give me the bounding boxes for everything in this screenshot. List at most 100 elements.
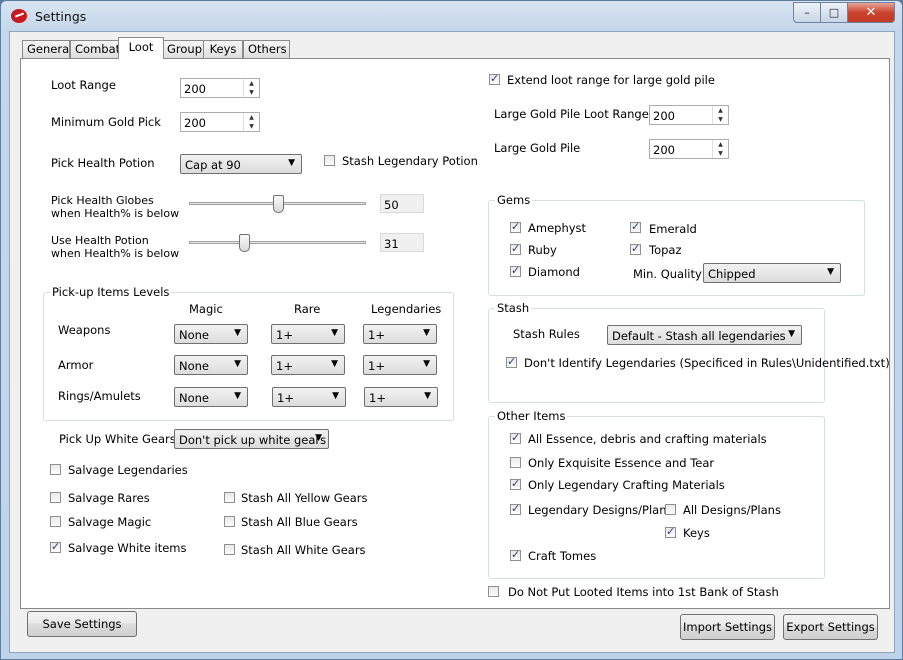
loot-range-value: 200 [184,82,206,96]
armor-legendaries-select[interactable]: 1+ ▼ [363,355,437,375]
keys-checkbox[interactable] [665,525,676,538]
salvage-rares-checkbox[interactable] [50,492,61,503]
salvage-magic-label: Salvage Magic [68,515,152,529]
rings-rare-select[interactable]: 1+ ▼ [272,387,346,407]
all-designs-checkbox[interactable] [665,504,676,515]
spin-down-icon[interactable]: ▼ [713,115,728,124]
large-gold-range-spinner[interactable]: ▲ ▼ [712,106,728,124]
exquisite-checkbox[interactable] [510,457,521,468]
min-gold-value: 200 [184,116,206,130]
ruby-label: Ruby [528,243,557,257]
large-gold-pile-spinner[interactable]: ▲ ▼ [712,140,728,158]
tab-group[interactable]: Group [162,40,205,58]
large-gold-pile-input[interactable]: 200 ▲ ▼ [649,139,729,159]
legendary-crafting-checkbox[interactable] [510,477,521,490]
ruby-checkbox[interactable] [510,242,521,255]
stash-legendary-potion-checkbox[interactable] [324,155,335,166]
armor-legendaries-value: 1+ [368,359,385,373]
stash-title: Stash [495,301,532,315]
spin-up-icon[interactable]: ▲ [713,140,728,149]
stash-blue-checkbox[interactable] [224,516,235,527]
chevron-down-icon: ▼ [827,267,834,277]
white-gears-select[interactable]: Don't pick up white gears ▼ [174,429,329,449]
stash-white-checkbox[interactable] [224,544,235,555]
stash-rules-select[interactable]: Default - Stash all legendaries ▼ [607,325,802,345]
salvage-white-checkbox[interactable] [50,540,61,553]
large-gold-range-value: 200 [653,109,675,123]
spin-down-icon[interactable]: ▼ [244,88,259,97]
weapons-rare-select[interactable]: 1+ ▼ [271,324,345,344]
emerald-checkbox[interactable] [630,220,641,233]
import-settings-button[interactable]: Import Settings [680,614,775,640]
client-area: General Combat Loot Group Keys Others Lo… [9,31,895,653]
topaz-checkbox[interactable] [630,242,641,255]
title-bar[interactable]: Settings – □ ✕ [1,1,902,31]
amethyst-checkbox[interactable] [510,220,521,233]
chevron-down-icon: ▼ [234,328,241,338]
chevron-down-icon: ▼ [234,391,241,401]
bank-checkbox[interactable] [488,586,499,597]
spin-up-icon[interactable]: ▲ [713,106,728,115]
tab-keys[interactable]: Keys [203,40,243,58]
essence-checkbox[interactable] [510,431,521,444]
loot-range-spinner[interactable]: ▲ ▼ [243,79,259,97]
weapons-rare-value: 1+ [276,328,293,342]
tab-loot[interactable]: Loot [118,37,164,59]
use-potion-label-line2: when Health% is below [51,247,180,260]
tab-combat[interactable]: Combat [70,40,120,58]
health-globes-label-line1: Pick Health Globes [51,194,154,207]
tab-others[interactable]: Others [243,40,290,58]
chevron-down-icon: ▼ [331,328,338,338]
large-gold-range-input[interactable]: 200 ▲ ▼ [649,105,729,125]
minimize-button[interactable]: – [793,2,821,23]
column-magic: Magic [189,302,223,316]
dont-identify-checkbox[interactable] [506,355,517,368]
rings-legendaries-select[interactable]: 1+ ▼ [364,387,438,407]
spin-down-icon[interactable]: ▼ [244,122,259,131]
pick-health-potion-label: Pick Health Potion [51,156,155,170]
stash-yellow-checkbox[interactable] [224,492,235,503]
rings-rare-value: 1+ [277,391,294,405]
use-potion-slider-thumb[interactable] [238,234,250,252]
salvage-legendaries-checkbox[interactable] [50,464,61,475]
use-potion-label: Use Health Potion when Health% is below [51,234,179,260]
min-gold-label: Minimum Gold Pick [51,115,161,129]
tab-general[interactable]: General [22,40,72,58]
legendary-designs-checkbox[interactable] [510,502,521,515]
chevron-down-icon: ▼ [288,158,295,168]
close-button[interactable]: ✕ [847,2,895,23]
salvage-white-label: Salvage White items [68,541,187,555]
pick-health-potion-select[interactable]: Cap at 90 ▼ [180,154,302,174]
use-potion-value: 31 [380,233,424,252]
weapons-legendaries-value: 1+ [368,328,385,342]
weapons-legendaries-select[interactable]: 1+ ▼ [363,324,437,344]
white-gears-value: Don't pick up white gears [179,433,327,447]
health-globes-slider-thumb[interactable] [272,195,284,213]
use-potion-slider-track[interactable] [189,241,366,244]
spin-up-icon[interactable]: ▲ [244,79,259,88]
armor-rare-select[interactable]: 1+ ▼ [271,355,345,375]
save-settings-button[interactable]: Save Settings [27,611,137,637]
rings-magic-select[interactable]: None ▼ [174,387,248,407]
large-gold-pile-value: 200 [653,143,675,157]
maximize-button[interactable]: □ [820,2,848,23]
chevron-down-icon: ▼ [423,359,430,369]
min-quality-select[interactable]: Chipped ▼ [703,263,841,283]
pickup-levels-title: Pick-up Items Levels [50,285,172,299]
salvage-magic-checkbox[interactable] [50,516,61,527]
export-settings-button[interactable]: Export Settings [783,614,878,640]
weapons-magic-select[interactable]: None ▼ [174,324,248,344]
chevron-down-icon: ▼ [234,359,241,369]
armor-magic-select[interactable]: None ▼ [174,355,248,375]
craft-tomes-checkbox[interactable] [510,548,521,561]
spin-up-icon[interactable]: ▲ [244,113,259,122]
large-gold-range-label: Large Gold Pile Loot Range [494,107,649,121]
rings-legendaries-value: 1+ [369,391,386,405]
spin-down-icon[interactable]: ▼ [713,149,728,158]
min-gold-spinner[interactable]: ▲ ▼ [243,113,259,131]
chevron-down-icon: ▼ [788,329,795,339]
extend-loot-range-checkbox[interactable] [489,72,500,85]
min-gold-input[interactable]: 200 ▲ ▼ [180,112,260,132]
loot-range-input[interactable]: 200 ▲ ▼ [180,78,260,98]
diamond-checkbox[interactable] [510,264,521,277]
